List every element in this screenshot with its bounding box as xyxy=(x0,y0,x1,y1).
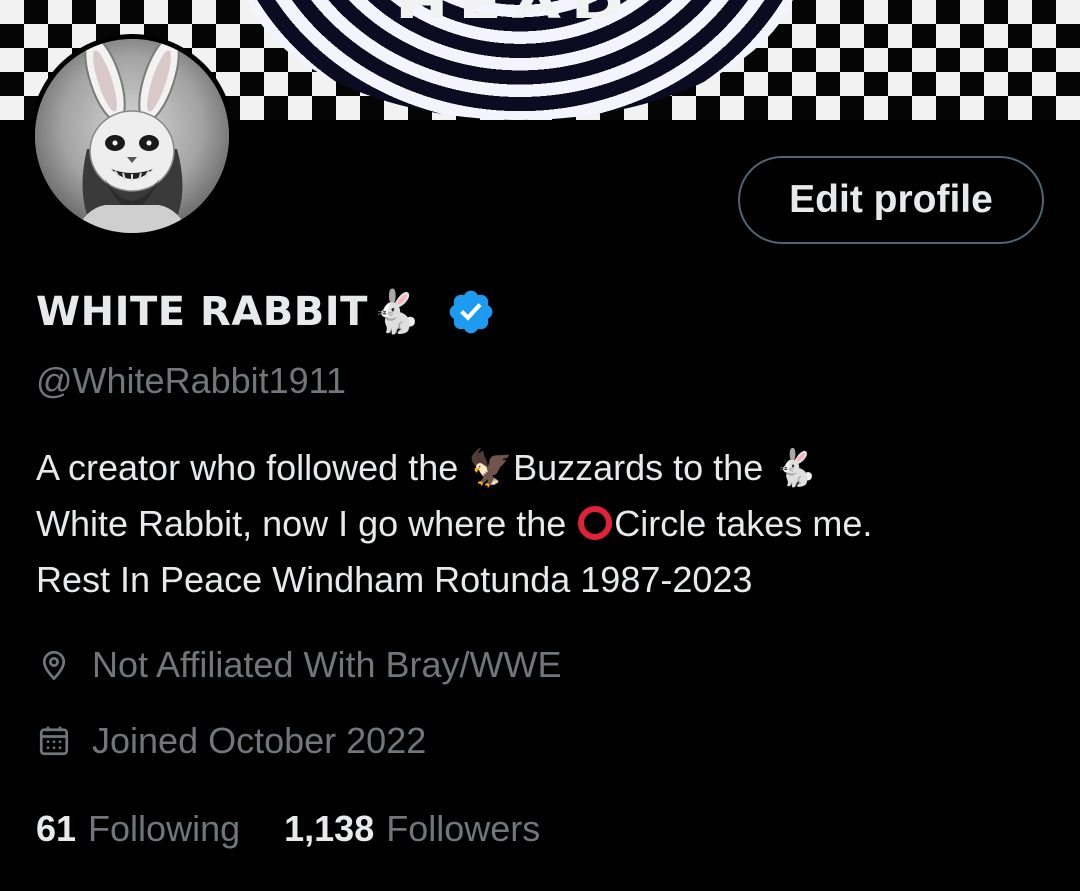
banner-text: HEAD xyxy=(395,0,634,28)
verified-badge-icon[interactable] xyxy=(446,287,496,337)
joined-text: Joined October 2022 xyxy=(92,720,427,761)
bio-line-2: White Rabbit, now I go where the Circle … xyxy=(36,496,1056,552)
following-count: 61 xyxy=(36,808,77,849)
eagle-emoji-icon: 🦅 xyxy=(468,447,514,488)
edit-profile-button[interactable]: Edit profile xyxy=(738,156,1044,244)
display-name-row: WHITE RABBIT 🐇 xyxy=(36,282,496,342)
location-pin-icon xyxy=(36,647,72,683)
bio-text: A creator who followed the xyxy=(36,447,469,488)
calendar-icon xyxy=(36,723,72,759)
bio-text: White Rabbit, now I go where the xyxy=(36,503,577,544)
user-handle: @WhiteRabbit1911 xyxy=(36,360,347,401)
bio-text: Circle takes me. xyxy=(614,503,873,544)
following-label: Following xyxy=(88,808,241,849)
bio-line-1: A creator who followed the 🦅Buzzards to … xyxy=(36,440,1056,496)
follow-stats: 61 Following 1,138 Followers xyxy=(36,808,540,850)
bio-text: Buzzards to the xyxy=(513,447,774,488)
red-circle-emoji-icon xyxy=(578,506,613,540)
bio-line-3: Rest In Peace Windham Rotunda 1987-2023 xyxy=(36,559,753,600)
profile-location: Not Affiliated With Bray/WWE xyxy=(36,644,561,686)
display-name: WHITE RABBIT xyxy=(36,289,368,335)
location-text: Not Affiliated With Bray/WWE xyxy=(92,644,562,685)
profile-bio: A creator who followed the 🦅Buzzards to … xyxy=(36,440,1056,608)
followers-link[interactable]: 1,138 Followers xyxy=(284,808,540,850)
profile-joined-date: Joined October 2022 xyxy=(36,720,426,762)
followers-label: Followers xyxy=(386,808,541,849)
rabbit-emoji-icon: 🐇 xyxy=(773,447,819,488)
followers-count: 1,138 xyxy=(284,808,375,849)
avatar[interactable] xyxy=(30,34,234,238)
rabbit-emoji-icon: 🐇 xyxy=(369,288,423,335)
following-link[interactable]: 61 Following xyxy=(36,808,240,850)
rabbit-mask-portrait xyxy=(35,39,229,233)
avatar-image xyxy=(35,39,229,233)
profile-page: HEAD Edit profile WHITE RABBIT 🐇 @WhiteR… xyxy=(0,0,1080,891)
